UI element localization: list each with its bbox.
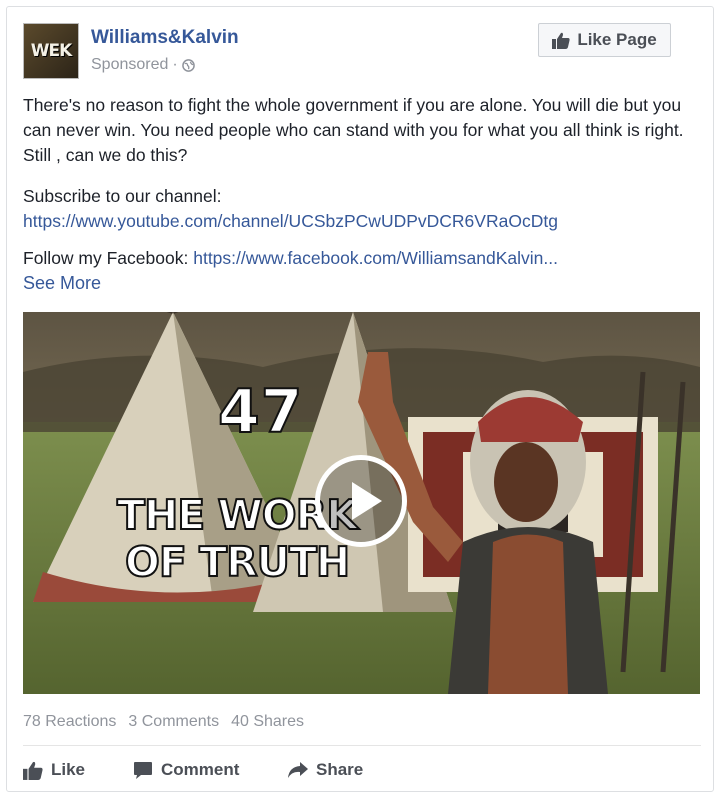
comment-label: Comment [161,760,240,779]
video-player[interactable]: 47 THE WORK OF TRUTH [23,312,700,694]
share-arrow-icon [288,762,308,778]
post-body-text: There's no reason to fight the whole gov… [23,95,684,165]
follow-label: Follow my Facebook: [23,248,189,268]
shares-count[interactable]: 40 Shares [231,713,304,731]
facebook-page-link[interactable]: https://www.facebook.com/WilliamsandKalv… [193,248,558,268]
comment-bubble-icon [134,761,152,779]
follow-block: Follow my Facebook: https://www.facebook… [23,246,703,271]
post-actions-bar: Like Comment Share [23,755,408,785]
page-name-link[interactable]: Williams&Kalvin [91,27,239,49]
actions-divider [23,745,701,746]
share-label: Share [316,760,364,779]
comments-count[interactable]: 3 Comments [128,713,219,731]
thumbs-up-icon [552,32,570,49]
see-more-link[interactable]: See More [23,273,101,294]
video-episode-number: 47 [217,376,304,448]
like-page-label: Like Page [577,30,657,49]
reactions-count[interactable]: 78 Reactions [23,713,116,731]
post-meta: Sponsored · [91,56,195,74]
sponsored-label[interactable]: Sponsored [91,56,168,74]
share-button[interactable]: Share [288,755,408,785]
like-label: Like [51,760,86,779]
like-page-button[interactable]: Like Page [538,23,671,57]
comment-button[interactable]: Comment [133,755,288,785]
subscribe-block: Subscribe to our channel: https://www.yo… [23,184,703,234]
play-icon[interactable] [315,455,407,547]
thumbs-up-icon [23,761,43,780]
meta-separator: · [172,56,178,73]
avatar-logo-text: WEK [30,41,73,61]
subscribe-label: Subscribe to our channel: [23,186,222,206]
youtube-channel-link[interactable]: https://www.youtube.com/channel/UCSbzPCw… [23,209,703,234]
globe-icon [181,58,195,72]
sponsored-post-card: WEK Williams&Kalvin Sponsored · Like Pag… [6,6,714,792]
like-button[interactable]: Like [23,755,133,785]
video-title-line-2: OF TRUTH [124,537,351,587]
page-avatar[interactable]: WEK [23,23,79,79]
engagement-stats: 78 Reactions 3 Comments 40 Shares [23,713,304,731]
